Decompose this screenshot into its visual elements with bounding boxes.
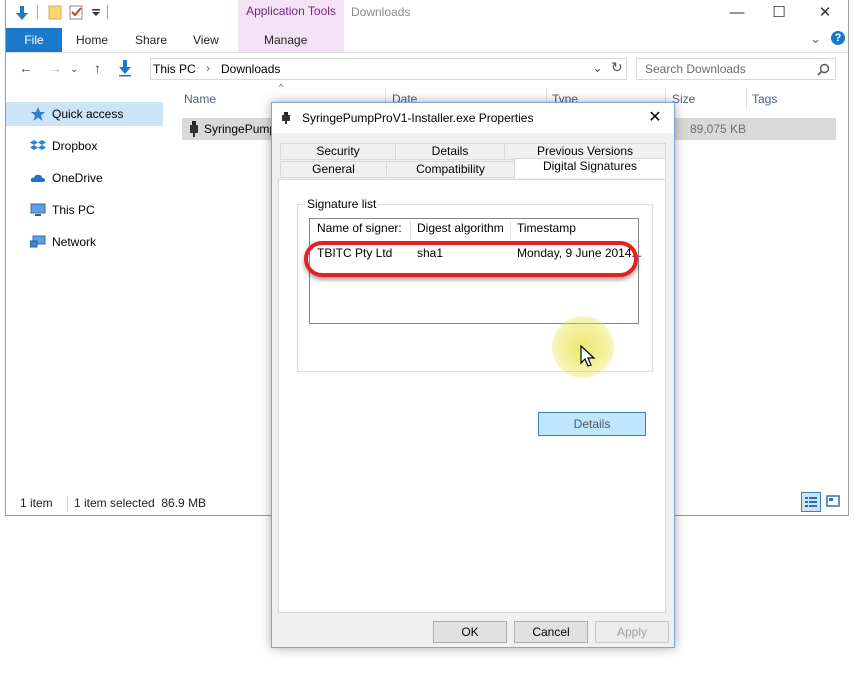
new-folder-icon[interactable]: [48, 4, 64, 20]
mouse-cursor-icon: [580, 345, 596, 367]
cloud-icon: [30, 174, 45, 182]
highlight-oval: [304, 241, 638, 277]
recent-locations-icon[interactable]: ⌄: [70, 64, 78, 75]
column-header-tags[interactable]: Tags: [752, 92, 777, 106]
list-header-timestamp[interactable]: Timestamp: [517, 221, 576, 235]
tab-digital-signatures[interactable]: Digital Signatures: [514, 158, 666, 178]
downloads-folder-icon: [119, 60, 131, 77]
tab-general[interactable]: General: [280, 161, 387, 178]
sort-indicator-icon: ^: [279, 82, 284, 92]
installer-file-icon: [190, 121, 198, 137]
network-icon: [30, 235, 46, 248]
dialog-title: SyringePumpProV1-Installer.exe Propertie…: [302, 111, 534, 125]
dialog-close-icon[interactable]: ✕: [642, 106, 668, 130]
tab-compatibility[interactable]: Compatibility: [386, 161, 515, 178]
large-icons-view-button[interactable]: [824, 492, 844, 512]
window-title: Downloads: [351, 5, 411, 19]
minimize-icon[interactable]: —: [717, 2, 757, 24]
address-bar[interactable]: This PC › Downloads ⌄ ↻: [150, 58, 627, 80]
sidebar-item-label: Network: [52, 235, 97, 249]
signature-details-button[interactable]: Details: [538, 412, 646, 436]
quick-access-toolbar: [6, 0, 236, 26]
list-header-divider[interactable]: [510, 220, 511, 239]
close-icon[interactable]: ✕: [805, 2, 845, 24]
large-icons-view-icon: [826, 495, 840, 507]
sidebar-item-label: Dropbox: [52, 139, 98, 153]
breadcrumb-downloads[interactable]: Downloads: [221, 62, 280, 76]
tab-details[interactable]: Details: [395, 143, 505, 160]
sidebar-item-label: This PC: [52, 203, 95, 217]
sidebar-item-quick-access[interactable]: Quick access: [6, 102, 163, 126]
ok-button[interactable]: OK: [433, 621, 507, 643]
sidebar-item-label: Quick access: [52, 107, 124, 121]
apply-button[interactable]: Apply: [595, 621, 669, 643]
search-input[interactable]: Search Downloads: [636, 58, 836, 80]
context-tab-title: Application Tools: [246, 4, 336, 18]
chevron-down-icon[interactable]: ⌄: [810, 31, 821, 47]
details-view-button[interactable]: [801, 492, 821, 512]
installer-file-icon: [282, 112, 290, 124]
toolbar-divider: [37, 5, 38, 19]
sidebar-item-network[interactable]: Network: [6, 230, 163, 254]
breadcrumb-separator: ›: [206, 61, 210, 75]
status-selection: 1 item selected 86.9 MB: [74, 496, 207, 510]
breadcrumb-this-pc[interactable]: This PC: [153, 62, 196, 76]
column-header-name[interactable]: Name: [184, 92, 216, 106]
maximize-icon[interactable]: ☐: [759, 2, 799, 24]
column-divider[interactable]: [746, 88, 747, 110]
up-icon[interactable]: ↑: [94, 60, 101, 76]
list-header-signer[interactable]: Name of signer:: [317, 221, 402, 235]
file-name: SyringePump: [204, 122, 277, 136]
status-item-count: 1 item: [20, 496, 53, 510]
forward-icon[interactable]: →: [48, 60, 62, 76]
download-arrow-icon[interactable]: [14, 5, 30, 21]
computer-icon: [30, 203, 46, 216]
sidebar-item-onedrive[interactable]: OneDrive: [6, 166, 163, 190]
sidebar-item-label: OneDrive: [52, 171, 103, 185]
tab-share[interactable]: Share: [135, 33, 167, 47]
cancel-button[interactable]: Cancel: [514, 621, 588, 643]
toolbar-divider: [107, 5, 108, 19]
sidebar-item-this-pc[interactable]: This PC: [6, 198, 163, 222]
column-header-size[interactable]: Size: [672, 92, 695, 106]
star-icon: [31, 107, 45, 121]
tab-home[interactable]: Home: [76, 33, 108, 47]
sidebar-item-dropbox[interactable]: Dropbox: [6, 134, 163, 158]
dropbox-icon: [30, 140, 46, 150]
navigation-pane: Quick access Dropbox OneDrive This PC Ne…: [6, 92, 166, 492]
refresh-icon[interactable]: ↻: [611, 59, 623, 76]
list-header-algorithm[interactable]: Digest algorithm: [417, 221, 504, 235]
address-dropdown-icon[interactable]: ⌄: [592, 60, 603, 76]
properties-dialog: SyringePumpProV1-Installer.exe Propertie…: [271, 102, 675, 648]
back-icon[interactable]: ←: [19, 60, 33, 76]
signature-list-label: Signature list: [305, 197, 379, 211]
tab-file[interactable]: File: [6, 28, 62, 52]
properties-icon[interactable]: [69, 4, 85, 20]
list-header-divider[interactable]: [410, 220, 411, 239]
tab-manage[interactable]: Manage: [264, 33, 307, 47]
file-size: 89,075 KB: [690, 122, 747, 136]
search-placeholder: Search Downloads: [645, 62, 746, 76]
customize-toolbar-icon[interactable]: [91, 9, 101, 17]
search-icon: [817, 63, 830, 76]
tab-security[interactable]: Security: [280, 143, 396, 160]
status-divider: [67, 497, 68, 511]
tab-view[interactable]: View: [193, 33, 219, 47]
ribbon-tabs: [6, 28, 848, 53]
details-view-icon: [805, 497, 817, 507]
help-icon[interactable]: ?: [831, 31, 845, 45]
